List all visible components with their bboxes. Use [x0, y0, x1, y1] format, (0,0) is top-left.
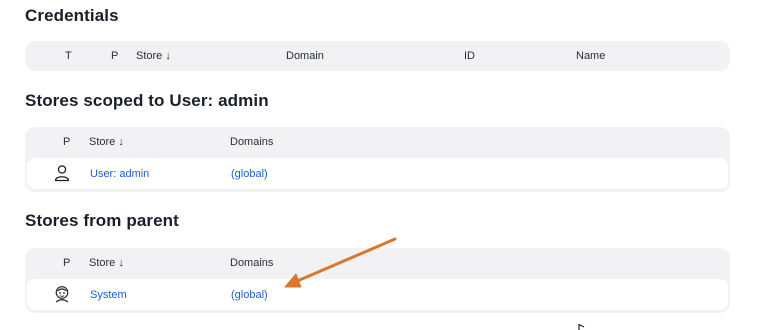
mouse-cursor-icon [578, 324, 585, 330]
annotation-arrow [284, 237, 397, 288]
